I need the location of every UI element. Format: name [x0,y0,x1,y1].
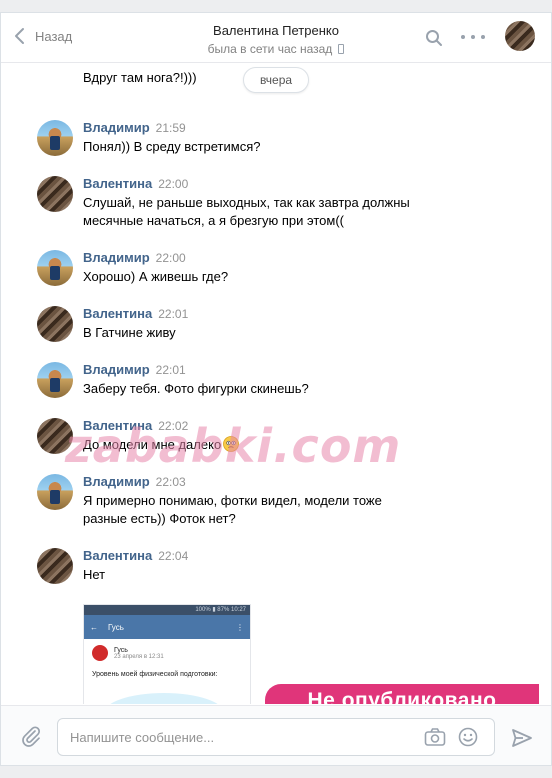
message-text: Я примерно понимаю, фотки видел, модели … [83,493,382,526]
message-text: Нет [83,567,106,582]
message-time: 22:04 [158,549,189,563]
message-time: 22:01 [155,363,186,377]
message-text: Хорошо) А живешь где? [83,269,229,284]
post-author: Гусь [114,646,128,654]
chat-header: Назад Валентина Петренко была в сети час… [1,13,551,63]
arrow-left-icon: ← [90,622,98,632]
avatar[interactable] [37,474,73,510]
message-text: Понял)) В среду встретимся? [83,139,261,154]
message-author[interactable]: Валентина 22:00 [83,176,188,191]
avatar[interactable] [37,362,73,398]
message-author[interactable]: Валентина 22:01 [83,306,188,321]
post-avatar [92,645,108,661]
paperclip-icon[interactable] [19,724,43,748]
message-time: 22:00 [158,177,189,191]
screenshot-post: Гусь 23 апреля в 12:31 Уровень моей физи… [84,639,250,684]
post-image [104,693,224,704]
phone-icon [338,44,345,54]
send-icon[interactable] [511,728,533,748]
avatar[interactable] [37,250,73,286]
avatar[interactable] [37,306,73,342]
screenshot-title: Гусь [108,622,124,632]
message-time: 21:59 [155,121,186,135]
message-text: Вдруг там нога?!))) [83,70,197,85]
message-author[interactable]: Владимир 22:01 [83,362,186,377]
avatar[interactable] [37,176,73,212]
peer-status-text: была в сети час назад [207,42,333,56]
message-history[interactable]: Вдруг там нога?!))) вчера Владимир 21:59 … [1,64,551,704]
screenshot-appbar: ← Гусь ⋮ [84,615,250,639]
smile-icon[interactable] [458,727,478,747]
message-author[interactable]: Владимир 22:00 [83,250,186,265]
message-composer [1,705,551,765]
avatar[interactable] [37,120,73,156]
message-text: Заберу тебя. Фото фигурки скинешь? [83,381,309,396]
peer-status: была в сети час назад [208,42,345,56]
message-author[interactable]: Валентина 22:02 [83,418,188,433]
camera-icon[interactable] [424,727,446,747]
more-icon[interactable] [461,27,485,47]
avatar[interactable] [37,548,73,584]
avatar[interactable] [37,418,73,454]
message-input[interactable] [70,719,400,755]
message-time: 22:02 [158,419,189,433]
peer-avatar[interactable] [505,21,535,51]
photo-attachment[interactable]: 100% ▮ 87% 10:27 ← Гусь ⋮ Гусь 23 апреля… [83,604,251,704]
post-text: Уровень моей физической подготовки: [92,671,218,678]
message-time: 22:01 [158,307,189,321]
more-vertical-icon: ⋮ [236,622,244,632]
message-input-box [57,718,495,756]
message-author[interactable]: Владимир 21:59 [83,120,186,135]
unpublished-banner: Не опубликовано [265,684,539,704]
message-text: В Гатчине живу [83,325,176,340]
message-time: 22:00 [155,251,186,265]
post-date: 23 апреля в 12:31 [114,653,164,660]
search-icon[interactable] [425,29,443,47]
date-divider: вчера [243,67,309,93]
message-author[interactable]: Валентина 22:04 [83,548,188,563]
emoji-icon [223,436,240,452]
message-text: До модели мне далеко [83,436,423,454]
phone-statusbar: 100% ▮ 87% 10:27 [84,605,250,615]
chat-window: Назад Валентина Петренко была в сети час… [0,12,552,766]
message-author[interactable]: Владимир 22:03 [83,474,186,489]
message-time: 22:03 [155,475,186,489]
message-text: Слушай, не раньше выходных, так как завт… [83,195,410,228]
